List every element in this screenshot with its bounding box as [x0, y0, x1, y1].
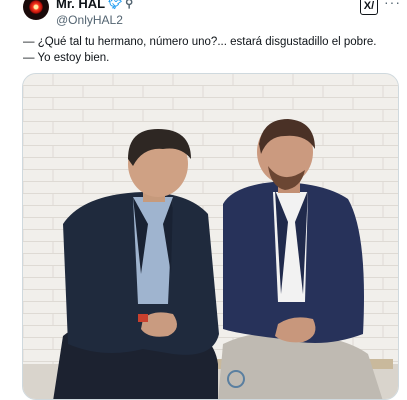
hal-eye-icon	[29, 0, 43, 14]
tweet-line: — ¿Qué tal tu hermano, número uno?... es…	[23, 36, 377, 48]
twitter-bird-icon: 🐦︎	[108, 0, 123, 10]
author-name[interactable]: Mr. HAL	[56, 0, 105, 11]
more-options-button[interactable]: ···	[384, 0, 401, 10]
avatar[interactable]	[23, 0, 49, 20]
photo-two-men-seated-on-bench	[23, 74, 398, 399]
author-handle[interactable]: @OnlyHAL2	[56, 13, 133, 27]
gender-symbol-icon: ⚲	[125, 0, 134, 10]
grok-button[interactable]: X/	[360, 0, 378, 15]
tweet-photo[interactable]	[22, 73, 399, 400]
tweet-line: — Yo estoy bien.	[23, 52, 110, 64]
tweet-text: — ¿Qué tal tu hermano, número uno?... es…	[23, 34, 401, 66]
tweet-author: Mr. HAL 🐦︎ ⚲ @OnlyHAL2	[56, 0, 133, 27]
grok-icon: X/	[363, 0, 375, 12]
